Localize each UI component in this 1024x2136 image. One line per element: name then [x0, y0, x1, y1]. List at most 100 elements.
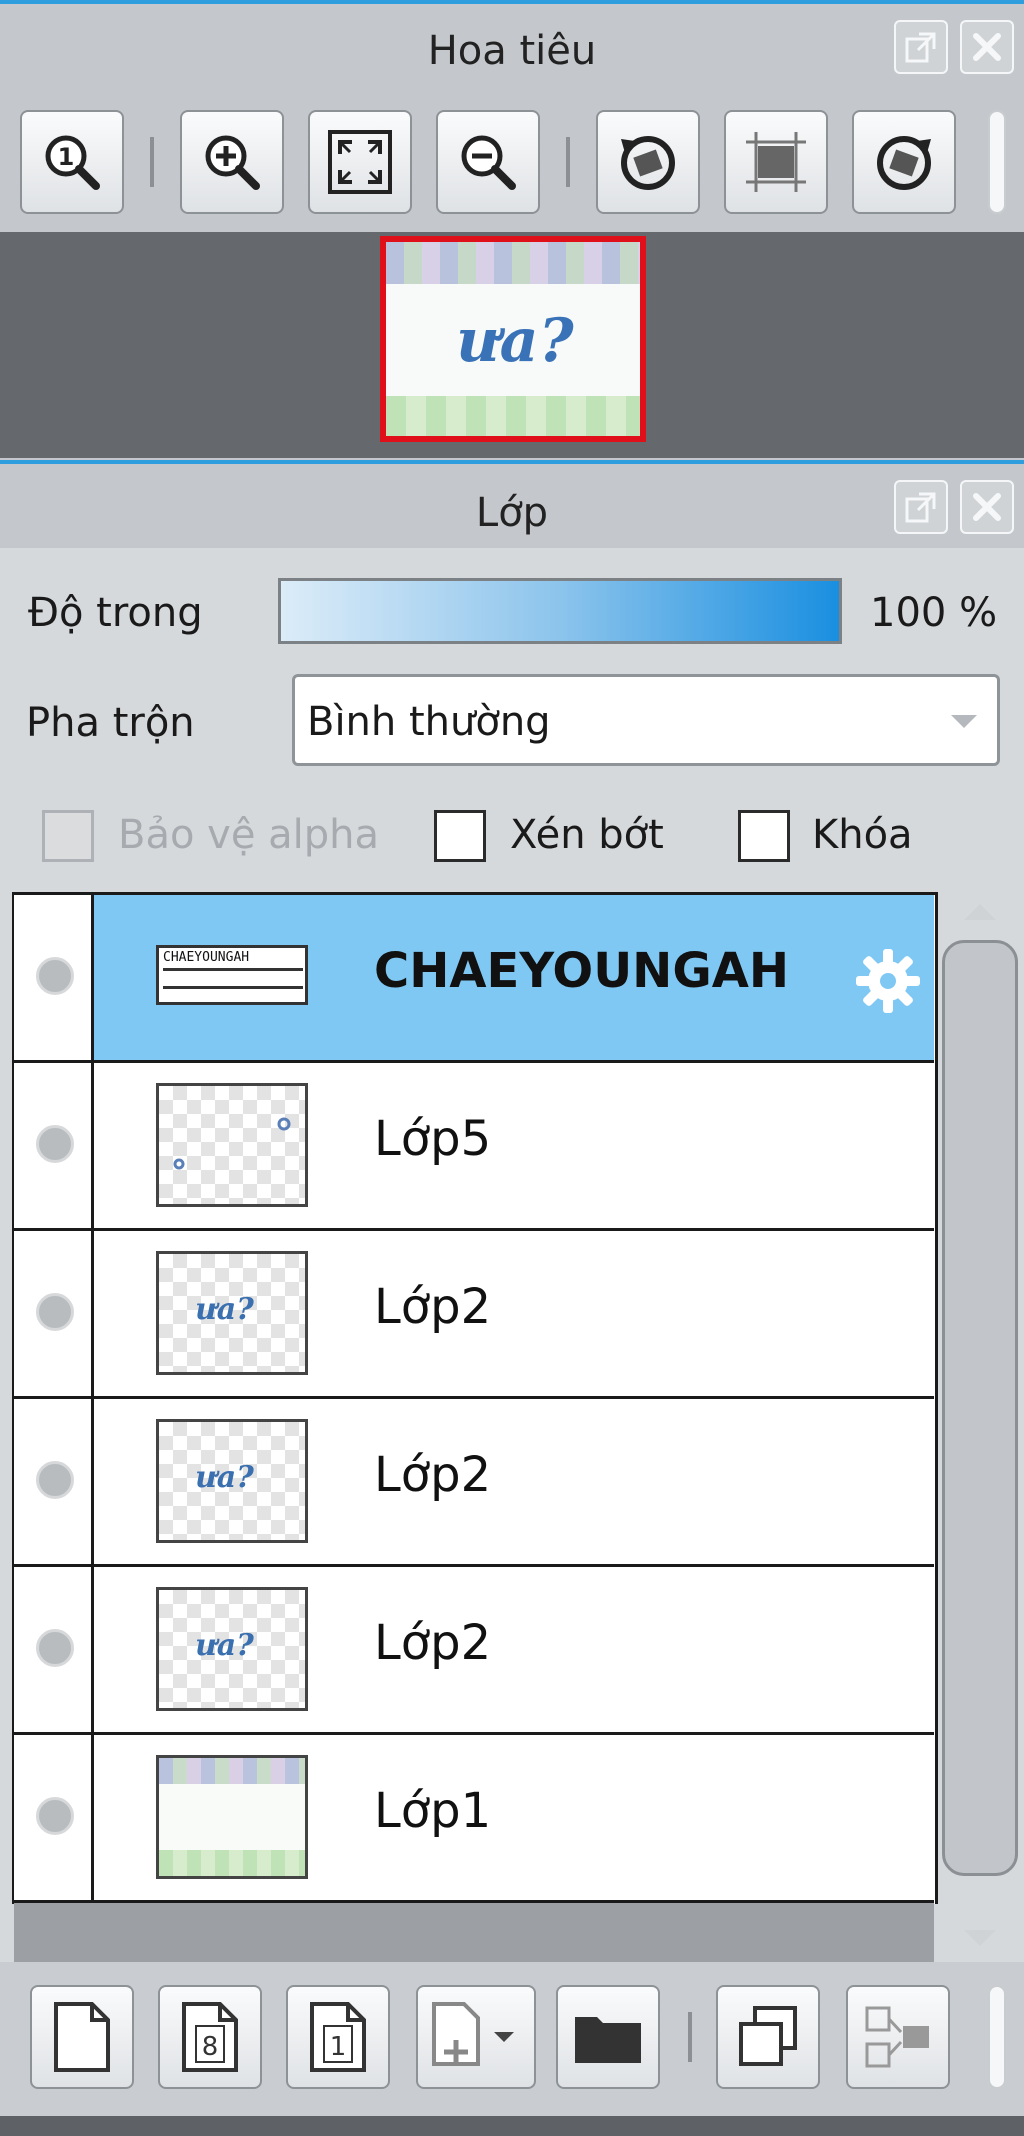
rotate-left-button[interactable] [596, 110, 700, 214]
zoom-actual-button[interactable]: 1 [20, 110, 124, 214]
zoom-in-icon [205, 135, 260, 190]
new-8bit-layer-button[interactable]: 8 [158, 1985, 262, 2089]
zoom-out-button[interactable] [436, 110, 540, 214]
chevron-down-icon [951, 715, 977, 728]
rotate-right-button[interactable] [852, 110, 956, 214]
new-layer-button[interactable] [30, 1985, 134, 2089]
layer-visibility-toggle[interactable] [14, 1063, 94, 1228]
layer-settings-gear-icon[interactable] [852, 945, 924, 1017]
visibility-dot-icon [36, 1125, 74, 1163]
layer-row[interactable]: Lớp1 [14, 1735, 934, 1903]
layer-name: CHAEYOUNGAH [374, 943, 790, 999]
layers-panel-topline [0, 460, 1024, 464]
scrollbar-thumb[interactable] [942, 940, 1018, 1876]
add-layer-menu-button[interactable] [416, 1985, 536, 2089]
duplicate-layer-icon [739, 2006, 797, 2066]
layer-thumbnail [156, 1083, 308, 1207]
canvas-preview[interactable]: ưa? [380, 236, 646, 442]
float-window-icon [905, 492, 936, 523]
thumb-top-border [159, 1758, 305, 1784]
layer-name: Lớp2 [374, 1279, 492, 1335]
preview-top-border [386, 242, 640, 284]
layer-thumbnail: ưa? [156, 1587, 308, 1711]
close-icon [973, 33, 1001, 61]
toolbar-separator [688, 2012, 692, 2062]
visibility-dot-icon [36, 1461, 74, 1499]
fit-screen-button[interactable] [308, 110, 412, 214]
float-window-icon [905, 32, 936, 63]
scroll-up-arrow-icon[interactable] [962, 900, 998, 922]
layer-thumb-text: ưa? [195, 1460, 254, 1495]
zoom-in-button[interactable] [180, 110, 284, 214]
thumb-line [163, 986, 303, 989]
new-1bit-layer-button[interactable]: 1 [286, 1985, 390, 2089]
rotate-right-icon [877, 136, 931, 190]
layer-visibility-toggle[interactable] [14, 1231, 94, 1396]
new-1bit-layer-icon: 1 [310, 2002, 366, 2072]
new-8bit-layer-icon: 8 [182, 2002, 238, 2072]
layer-visibility-toggle[interactable] [14, 895, 94, 1060]
layer-visibility-toggle[interactable] [14, 1735, 94, 1900]
layer-row[interactable]: Lớp5 [14, 1063, 934, 1231]
opacity-slider-fill [281, 581, 839, 641]
layer-name: Lớp2 [374, 1447, 492, 1503]
zoom-actual-icon: 1 [45, 135, 100, 190]
layer-thumbnail: ưa? [156, 1419, 308, 1543]
blend-mode-select[interactable]: Bình thường [292, 674, 1000, 766]
layer-name: Lớp5 [374, 1111, 492, 1167]
layer-thumbnail: ưa? [156, 1251, 308, 1375]
layer-list-scrollbar[interactable] [942, 896, 1018, 1962]
navigator-panel-topline [0, 0, 1024, 4]
layers-float-button[interactable] [894, 480, 948, 534]
visibility-dot-icon [36, 957, 74, 995]
thumb-number-8: 8 [202, 2032, 219, 2062]
lock-checkbox[interactable] [738, 810, 790, 862]
layer-row-selected[interactable]: CHAEYOUNGAH CHAEYOUNGAH [14, 895, 934, 1063]
bottom-toolbar-scroll-grip[interactable] [988, 1985, 1006, 2089]
thumb-bottom-border [159, 1850, 305, 1876]
new-folder-button[interactable] [556, 1985, 660, 2089]
clipping-checkbox[interactable] [434, 810, 486, 862]
opacity-label: Độ trong [28, 590, 203, 636]
layer-visibility-toggle[interactable] [14, 1399, 94, 1564]
layer-name: Lớp2 [374, 1615, 492, 1671]
opacity-slider[interactable] [278, 578, 842, 644]
add-layer-menu-icon [432, 2002, 514, 2066]
panel-bottom-edge [0, 2116, 1024, 2136]
toolbar-separator [566, 137, 570, 187]
layer-row[interactable]: ưa? Lớp2 [14, 1399, 934, 1567]
reset-rotation-button[interactable] [724, 110, 828, 214]
thumb-decoration-icon [173, 1117, 291, 1170]
layers-close-button[interactable] [960, 480, 1014, 534]
preview-text: ưa? [456, 306, 574, 376]
thumb-line [163, 968, 303, 971]
merge-layer-button[interactable] [846, 1985, 950, 2089]
layer-visibility-toggle[interactable] [14, 1567, 94, 1732]
navigator-float-button[interactable] [894, 20, 948, 74]
protect-alpha-checkbox[interactable] [42, 810, 94, 862]
layer-row[interactable]: ưa? Lớp2 [14, 1231, 934, 1399]
opacity-value: 100 % [870, 590, 998, 636]
layer-thumbnail [156, 1755, 308, 1879]
toolbar-separator [150, 137, 154, 187]
layer-thumb-text: ưa? [195, 1292, 254, 1327]
lock-label: Khóa [812, 812, 913, 858]
scroll-down-arrow-icon[interactable] [962, 1928, 998, 1950]
navigator-close-button[interactable] [960, 20, 1014, 74]
reset-rotation-icon [746, 132, 806, 192]
navigator-preview-area[interactable]: ưa? [0, 232, 1024, 458]
thumb-number-1: 1 [330, 2032, 347, 2062]
layer-name: Lớp1 [374, 1783, 492, 1839]
toolbar-scroll-grip[interactable] [988, 110, 1006, 214]
layer-thumb-text: ưa? [195, 1628, 254, 1663]
duplicate-layer-button[interactable] [716, 1985, 820, 2089]
layer-thumb-text: CHAEYOUNGAH [163, 950, 250, 965]
layer-thumbnail: CHAEYOUNGAH [156, 945, 308, 1005]
clipping-label: Xén bớt [510, 812, 664, 858]
blend-mode-value: Bình thường [307, 699, 551, 745]
layer-list-empty-area [14, 1903, 934, 1963]
preview-bottom-border [386, 396, 640, 436]
zoom-out-icon [461, 135, 516, 190]
navigator-title: Hoa tiêu [427, 28, 597, 74]
layer-row[interactable]: ưa? Lớp2 [14, 1567, 934, 1735]
